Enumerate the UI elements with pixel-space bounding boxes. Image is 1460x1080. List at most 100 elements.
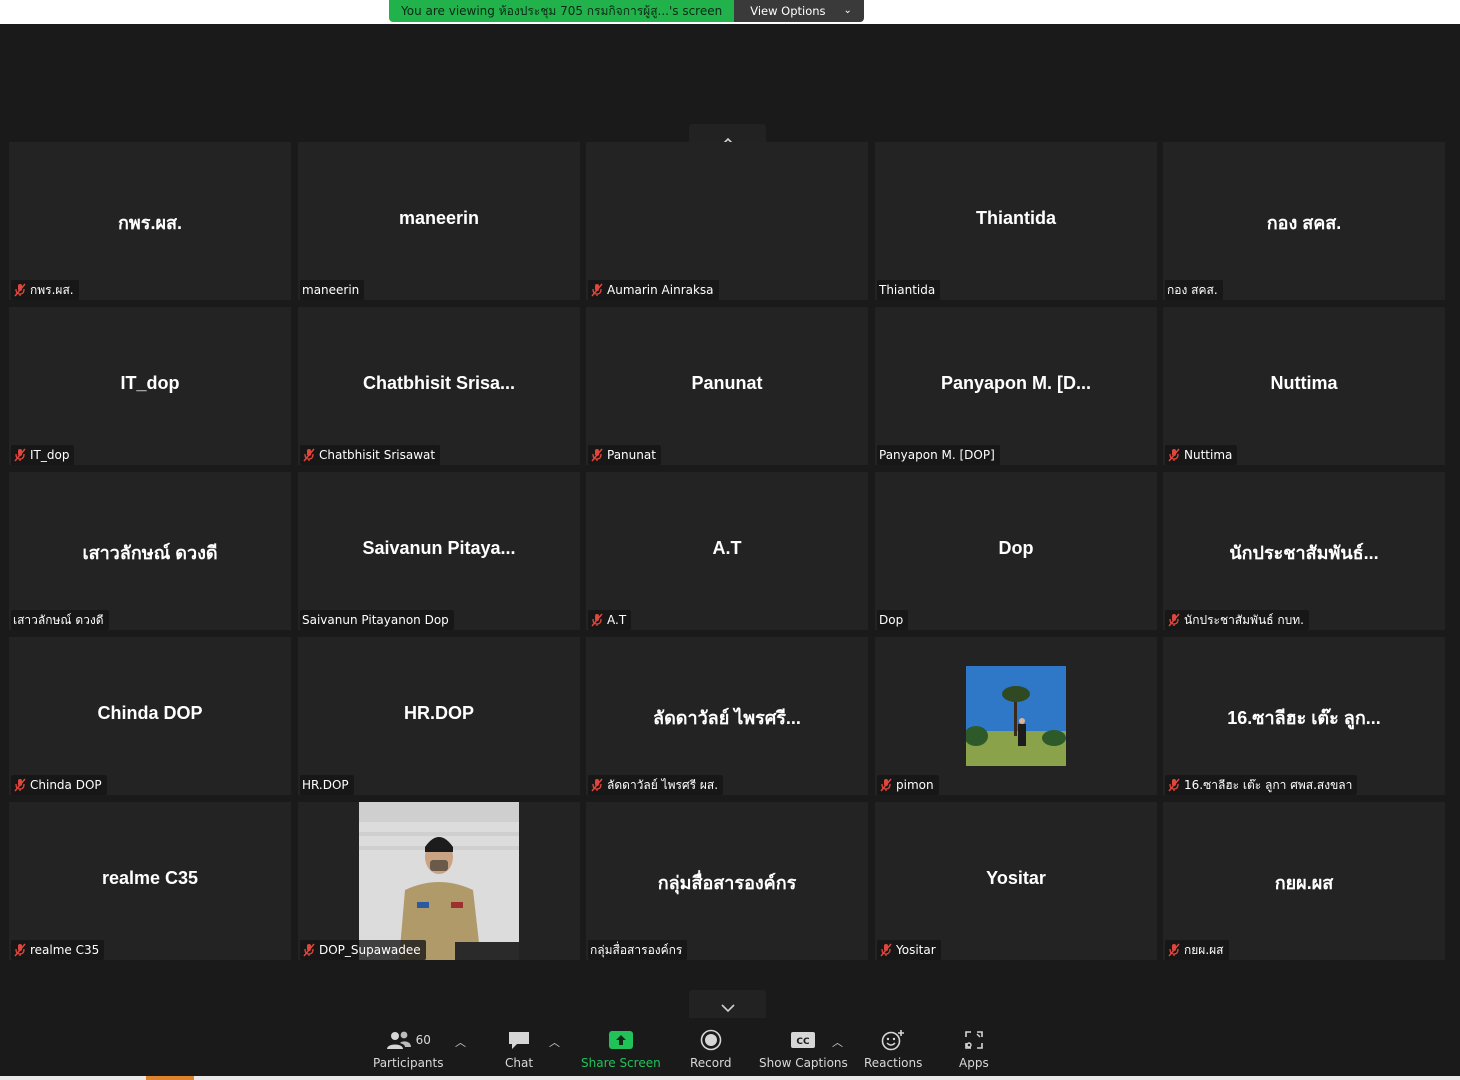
muted-mic-icon (591, 613, 603, 627)
participant-name: Panyapon M. [DOP] (879, 448, 995, 462)
participants-label: Participants (373, 1056, 444, 1070)
muted-mic-icon (591, 283, 603, 297)
participant-name-label: Dop (877, 610, 909, 630)
muted-mic-icon (591, 778, 603, 792)
participant-name-label: กลุ่มสื่อสารองค์กร (588, 940, 688, 960)
record-icon (700, 1029, 722, 1051)
participant-name-label: Panyapon M. [DOP] (877, 445, 1000, 465)
participant-display-name: realme C35 (101, 868, 199, 888)
muted-mic-icon (1168, 613, 1180, 627)
participant-name: maneerin (302, 283, 360, 297)
participant-display-name: Chinda DOP (97, 703, 203, 723)
participant-tile[interactable]: Chatbhisit Srisa... Chatbhisit Srisawat (298, 307, 580, 465)
participant-tile[interactable]: Aumarin Ainraksa (586, 142, 868, 300)
participant-display-name: 16.ซาลีฮะ เต๊ะ ลูก... (1227, 708, 1381, 728)
participants-options-caret[interactable]: ︿ (455, 1034, 466, 1050)
participant-name: Dop (879, 613, 904, 627)
participant-tile[interactable]: pimon (875, 637, 1157, 795)
participant-tile[interactable]: IT_dop IT_dop (9, 307, 291, 465)
participant-tile[interactable]: กอง สคส. กอง สคส. (1163, 142, 1445, 300)
record-button[interactable]: Record (690, 1028, 731, 1070)
participant-tile[interactable]: Panyapon M. [D... Panyapon M. [DOP] (875, 307, 1157, 465)
participant-tile[interactable]: Yositar Yositar (875, 802, 1157, 960)
participant-tile[interactable]: กยผ.ผส กยผ.ผส (1163, 802, 1445, 960)
muted-mic-icon (14, 778, 26, 792)
participant-display-name: กยผ.ผส (1274, 873, 1334, 893)
participant-display-name: Chatbhisit Srisa... (362, 373, 516, 393)
participant-display-name: HR.DOP (403, 703, 474, 723)
view-options-button[interactable]: View Options ⌄ (734, 0, 864, 22)
participant-name-label: กพร.ผส. (11, 280, 79, 300)
participant-video (966, 666, 1066, 766)
muted-mic-icon (14, 943, 26, 957)
participant-name: Panunat (607, 448, 656, 462)
participant-name: HR.DOP (302, 778, 349, 792)
show-captions-label: Show Captions (759, 1056, 848, 1070)
muted-mic-icon (880, 778, 892, 792)
muted-mic-icon (303, 943, 315, 957)
participant-tile[interactable]: กพร.ผส. กพร.ผส. (9, 142, 291, 300)
chat-icon (509, 1032, 530, 1049)
participant-tile[interactable]: Thiantida Thiantida (875, 142, 1157, 300)
participant-tile[interactable]: A.T A.T (586, 472, 868, 630)
participants-icon (386, 1031, 411, 1049)
apps-button[interactable]: Apps (959, 1028, 989, 1070)
chat-options-caret[interactable]: ︿ (549, 1034, 560, 1050)
muted-mic-icon (1168, 778, 1180, 792)
participants-button[interactable]: 60 Participants (373, 1028, 444, 1070)
participant-name: DOP_Supawadee (319, 943, 421, 957)
captions-options-caret[interactable]: ︿ (832, 1034, 843, 1050)
participant-name-label: Saivanun Pitayanon Dop (300, 610, 454, 630)
chevron-down-icon: ⌄ (843, 5, 852, 16)
participants-count: 60 (415, 1033, 431, 1047)
participant-display-name: Thiantida (976, 208, 1056, 228)
participant-name-label: Yositar (877, 940, 941, 960)
record-label: Record (690, 1056, 732, 1070)
participant-name: กลุ่มสื่อสารองค์กร (590, 943, 683, 957)
participant-tile[interactable]: HR.DOP HR.DOP (298, 637, 580, 795)
participant-tile[interactable]: Nuttima Nuttima (1163, 307, 1445, 465)
participant-display-name: maneerin (398, 208, 480, 228)
participant-display-name: IT_dop (120, 373, 180, 393)
captions-icon: CC (791, 1032, 816, 1048)
participant-tile[interactable]: Saivanun Pitaya... Saivanun Pitayanon Dop (298, 472, 580, 630)
participant-tile[interactable]: 16.ซาลีฮะ เต๊ะ ลูก... 16.ซาลีฮะ เต๊ะ ลูกา… (1163, 637, 1445, 795)
chat-label: Chat (505, 1056, 534, 1070)
participant-name: Chinda DOP (30, 778, 102, 792)
participant-tile[interactable]: Chinda DOP Chinda DOP (9, 637, 291, 795)
participant-name-label: กอง สคส. (1165, 280, 1223, 300)
participant-name-label: Panunat (588, 445, 661, 465)
participant-tile[interactable]: Dop Dop (875, 472, 1157, 630)
participant-display-name: Saivanun Pitaya... (362, 538, 516, 558)
participant-name: เสาวลักษณ์ ดวงดี (13, 613, 104, 627)
participant-name-label: realme C35 (11, 940, 105, 960)
participant-name: กยผ.ผส (1184, 943, 1224, 957)
participant-name-label: ลัดดาวัลย์ ไพรศรี ผส. (588, 775, 724, 795)
reactions-label: Reactions (864, 1056, 923, 1070)
muted-mic-icon (14, 448, 26, 462)
share-screen-button[interactable]: Share Screen (581, 1028, 661, 1070)
participant-tile[interactable]: realme C35 realme C35 (9, 802, 291, 960)
participant-name: Yositar (896, 943, 936, 957)
screen-share-banner: You are viewing ห้องประชุม 705 กรมกิจการ… (389, 0, 864, 22)
participant-display-name: กลุ่มสื่อสารองค์กร (657, 873, 797, 893)
reactions-button[interactable]: Reactions (864, 1028, 922, 1070)
participant-tile[interactable]: Panunat Panunat (586, 307, 868, 465)
participant-display-name: A.T (712, 538, 742, 558)
participant-tile[interactable]: เสาวลักษณ์ ดวงดี เสาวลักษณ์ ดวงดี (9, 472, 291, 630)
participant-tile[interactable]: maneerin maneerin (298, 142, 580, 300)
participant-display-name: Panyapon M. [D... (940, 373, 1091, 393)
participant-name: Saivanun Pitayanon Dop (302, 613, 449, 627)
participant-name: pimon (896, 778, 934, 792)
participant-tile[interactable]: นักประชาสัมพันธ์... นักประชาสัมพันธ์ กบท. (1163, 472, 1445, 630)
taskbar-edge (0, 1076, 1460, 1080)
gallery-view: กพร.ผส. กพร.ผส. maneerin maneerin Aumarin Ai… (0, 24, 1460, 1025)
reactions-icon (881, 1030, 905, 1051)
participant-tile[interactable]: ลัดดาวัลย์ ไพรศรี... ลัดดาวัลย์ ไพรศรี ผส… (586, 637, 868, 795)
participant-name: ลัดดาวัลย์ ไพรศรี ผส. (607, 778, 719, 792)
participant-name-label: A.T (588, 610, 632, 630)
participant-display-name: Panunat (691, 373, 763, 393)
participant-tile[interactable]: กลุ่มสื่อสารองค์กร กลุ่มสื่อสารองค์กร (586, 802, 868, 960)
participant-tile[interactable]: DOP_Supawadee (298, 802, 580, 960)
chat-button[interactable]: Chat (505, 1028, 533, 1070)
